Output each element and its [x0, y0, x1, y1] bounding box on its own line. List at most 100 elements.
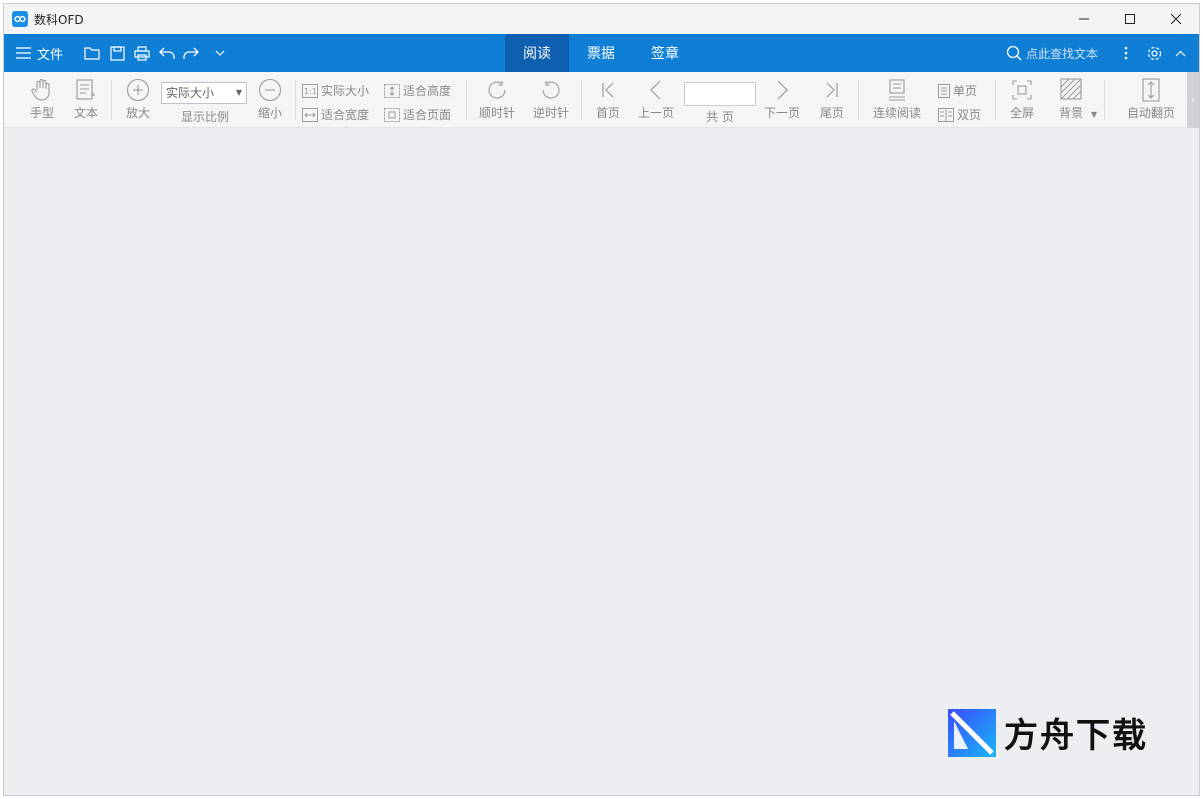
fullscreen-button[interactable]: 全屏 — [1007, 78, 1037, 121]
rotate-clockwise-button[interactable]: 顺时针 — [477, 78, 517, 121]
more-vertical-icon[interactable] — [1120, 34, 1132, 72]
gear-icon[interactable] — [1144, 34, 1164, 72]
chevron-left-icon — [650, 80, 661, 100]
hand-tool-button[interactable]: 手型 — [28, 78, 56, 121]
hand-tool-label: 手型 — [29, 106, 54, 120]
zoom-out-label: 缩小 — [257, 106, 282, 120]
rotate-clockwise-icon — [488, 81, 506, 99]
close-button[interactable] — [1153, 4, 1199, 34]
tab-invoice[interactable]: 票据 — [569, 34, 633, 72]
single-page-label: 单页 — [953, 84, 978, 98]
fit-width-icon — [302, 107, 318, 122]
title-bar: 数科OFD — [4, 4, 1199, 34]
maximize-button[interactable] — [1107, 4, 1153, 34]
previous-page-label: 上一页 — [637, 106, 674, 120]
redo-icon[interactable] — [179, 34, 203, 72]
fit-page-icon — [384, 107, 400, 122]
toolbar-scroll-right-button[interactable]: › — [1187, 72, 1199, 128]
menu-bar: 文件 阅读 票据 签章 点此查找文本 — [4, 34, 1199, 72]
watermark: 方舟下载 — [948, 708, 1148, 757]
single-page-icon — [938, 83, 950, 98]
zoom-in-button[interactable]: 放大 — [124, 78, 152, 121]
continuous-read-button[interactable]: 连续阅读 — [870, 78, 924, 121]
double-page-icon — [938, 107, 954, 122]
chevron-right-icon: › — [1191, 94, 1195, 106]
zoom-out-icon — [258, 78, 282, 102]
total-pages-label: 共 页 — [706, 110, 734, 124]
zoom-ratio-select[interactable]: 实际大小 ▼ — [161, 82, 247, 104]
watermark-logo-icon — [948, 708, 996, 757]
chevron-down-icon: ▼ — [235, 88, 242, 97]
open-folder-icon[interactable] — [80, 34, 104, 72]
ribbon-tabs: 阅读 票据 签章 — [505, 34, 697, 72]
background-button[interactable]: 背景 — [1056, 78, 1086, 121]
actual-size-icon: 1:1 — [302, 83, 318, 98]
first-page-button[interactable]: 首页 — [593, 78, 623, 121]
minimize-button[interactable] — [1061, 4, 1107, 34]
fit-height-label: 适合高度 — [403, 84, 452, 98]
tab-seal[interactable]: 签章 — [633, 34, 697, 72]
fullscreen-label: 全屏 — [1009, 106, 1034, 120]
fit-width-button[interactable]: 适合宽度 — [302, 106, 369, 123]
previous-page-button[interactable]: 上一页 — [636, 78, 676, 121]
last-page-button[interactable]: 尾页 — [817, 78, 847, 121]
text-tool-label: 文本 — [73, 106, 98, 120]
undo-icon[interactable] — [155, 34, 179, 72]
quick-access-dropdown-icon[interactable] — [208, 34, 232, 72]
last-page-label: 尾页 — [819, 106, 844, 120]
zoom-in-icon — [126, 78, 150, 102]
file-menu-label: 文件 — [37, 47, 64, 63]
rotate-counterclockwise-button[interactable]: 逆时针 — [531, 78, 571, 121]
rotate-counterclockwise-icon — [542, 81, 560, 99]
chevron-right-icon — [777, 80, 788, 100]
file-menu-button[interactable]: 文件 — [16, 34, 63, 72]
actual-size-label: 实际大小 — [321, 84, 370, 98]
text-select-icon — [76, 79, 95, 100]
background-dropdown-icon[interactable]: ▼ — [1091, 110, 1097, 119]
single-page-button[interactable]: 单页 — [938, 82, 977, 99]
search-icon — [1006, 45, 1022, 61]
fullscreen-icon — [1012, 80, 1032, 100]
continuous-read-icon — [889, 79, 905, 101]
app-logo-icon — [12, 11, 28, 27]
text-tool-button[interactable]: 文本 — [72, 78, 100, 121]
auto-flip-label: 自动翻页 — [1126, 106, 1175, 120]
fit-height-icon — [384, 83, 400, 98]
save-icon[interactable] — [105, 34, 129, 72]
document-viewport[interactable] — [4, 128, 1199, 795]
actual-size-button[interactable]: 1:1 实际大小 — [302, 82, 369, 99]
print-icon[interactable] — [130, 34, 154, 72]
search-box[interactable]: 点此查找文本 — [1006, 34, 1098, 72]
zoom-out-button[interactable]: 缩小 — [256, 78, 284, 121]
rotate-counterclockwise-label: 逆时针 — [532, 106, 569, 120]
continuous-read-label: 连续阅读 — [872, 106, 921, 120]
svg-text:1:1: 1:1 — [304, 87, 317, 96]
auto-flip-icon — [1142, 78, 1160, 102]
zoom-ratio-value: 实际大小 — [166, 86, 215, 100]
zoom-ratio-label: 显示比例 — [181, 110, 230, 124]
zoom-in-label: 放大 — [125, 106, 150, 120]
app-window: 数科OFD 文件 阅读 票据 签章 点此查找文本 手型 文本 放大 实际大小 ▼… — [3, 3, 1200, 796]
last-page-icon — [826, 82, 838, 98]
next-page-button[interactable]: 下一页 — [762, 78, 802, 121]
first-page-label: 首页 — [595, 106, 620, 120]
tab-read[interactable]: 阅读 — [505, 34, 569, 72]
fit-page-label: 适合页面 — [403, 108, 452, 122]
hand-icon — [31, 79, 50, 101]
search-placeholder: 点此查找文本 — [1026, 46, 1099, 61]
rotate-clockwise-label: 顺时针 — [478, 106, 515, 120]
double-page-button[interactable]: 双页 — [938, 106, 981, 123]
fit-page-button[interactable]: 适合页面 — [384, 106, 451, 123]
page-number-input[interactable] — [684, 82, 756, 106]
ribbon-toolbar: 手型 文本 放大 实际大小 ▼ 显示比例 缩小 1:1 实际大小 适合宽度 适合… — [4, 72, 1199, 128]
collapse-ribbon-icon[interactable] — [1172, 34, 1188, 72]
auto-flip-button[interactable]: 自动翻页 — [1124, 78, 1178, 121]
first-page-icon — [602, 82, 614, 98]
next-page-label: 下一页 — [763, 106, 800, 120]
fit-height-button[interactable]: 适合高度 — [384, 82, 451, 99]
background-label: 背景 — [1058, 106, 1083, 120]
app-title: 数科OFD — [34, 12, 84, 27]
double-page-label: 双页 — [957, 108, 982, 122]
background-pattern-icon — [1060, 78, 1082, 100]
fit-width-label: 适合宽度 — [321, 108, 370, 122]
